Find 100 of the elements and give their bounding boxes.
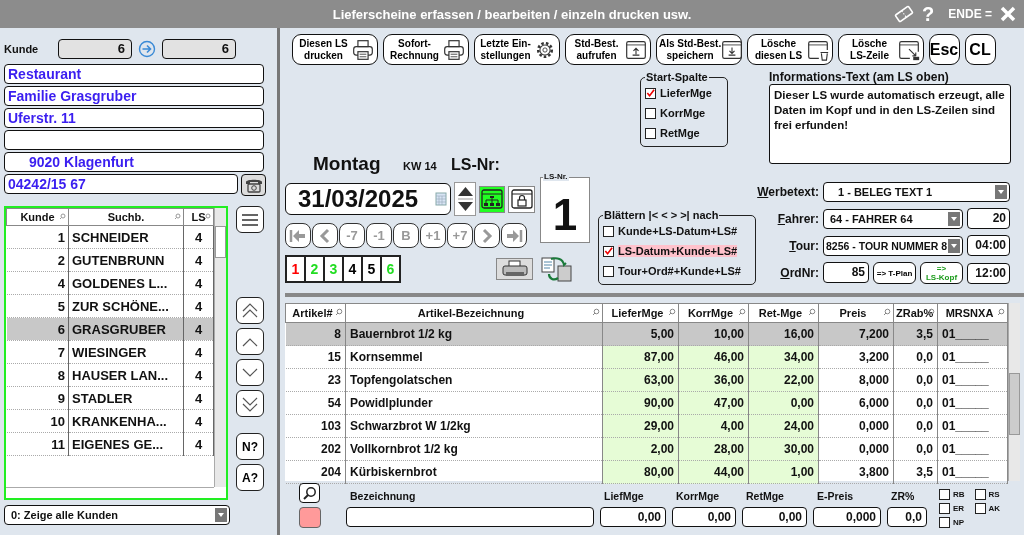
caret-icon[interactable] [995,185,1007,199]
address-field[interactable] [4,130,264,150]
table-row[interactable]: 23 Topfengolatschen 63,00 36,00 22,00 8,000 0,0 01_____ [285,368,1008,392]
column-header[interactable]: Ret-Mge [748,303,819,323]
checkbox[interactable] [645,107,656,119]
toolbar-button[interactable]: Als Std-Best. speichern [656,34,742,65]
double-up-button[interactable] [236,297,264,324]
table-row[interactable]: 11 EIGENES GE... 4 [6,432,214,456]
search-button[interactable] [299,483,320,503]
caret-icon[interactable] [948,211,960,226]
double-down-button[interactable] [236,390,264,417]
date-field[interactable]: 31/03/2025 [285,183,452,215]
promo-text-dropdown[interactable]: 1 - BELEG TEXT 1 [823,182,1010,202]
toolbar-button[interactable]: Diesen LS drucken [292,34,378,65]
search-option-button[interactable]: N? [236,433,264,460]
checkbox[interactable] [939,516,950,528]
checkbox[interactable] [645,127,656,139]
table-row[interactable]: 1 SCHNEIDER 4 [6,225,214,249]
input-field[interactable]: 0,00 [742,507,807,527]
table-row[interactable]: 7 WIESINGER 4 [6,340,214,364]
customer-to-field[interactable]: 6 [162,39,236,59]
column-header[interactable]: KorrMge [678,303,749,323]
caret-icon[interactable] [215,508,227,522]
phone-field[interactable]: 04242/15 67 [4,174,238,194]
column-header[interactable]: Kunde [6,208,69,226]
checkbox[interactable] [603,265,614,277]
table-row[interactable]: 4 GOLDENES L... 4 [6,271,214,295]
table-row[interactable]: 202 Vollkornbrot 1/2 kg 2,00 28,00 30,00 0,000 0,0 01_____ [285,437,1008,461]
checkbox[interactable] [645,87,656,99]
table-row[interactable]: 9 STADLER 4 [6,386,214,410]
checkbox[interactable] [974,488,986,500]
table-row[interactable]: 2 GUTENBRUNN 4 [6,248,214,272]
arrow-right-icon[interactable] [138,40,156,58]
column-header[interactable]: Artikel# [285,303,346,323]
toolbar-button[interactable]: Lösche diesen LS [747,34,833,65]
info-text-field[interactable]: Dieser LS wurde automatisch erzeugt, alle Daten im Kopf und in den LS-Zeilen sind frei erfunden! [769,84,1011,164]
column-header[interactable]: LS [183,208,214,226]
order-number-field[interactable]: 85 [823,262,869,283]
customer-from-field[interactable]: 6 [58,39,132,59]
checkbox[interactable] [939,502,950,514]
tour-plan-button[interactable]: => T-Plan [873,262,916,284]
table-row[interactable]: 10 KRANKENHA... 4 [6,409,214,433]
down-button[interactable] [236,359,264,386]
print-button[interactable] [496,258,533,280]
search-icon[interactable] [204,213,211,220]
column-header[interactable]: Preis [818,303,894,323]
caret-icon[interactable] [948,238,960,253]
copy-document-icon[interactable] [541,256,573,282]
checkbox[interactable] [974,502,986,514]
table-row[interactable]: 8 HAUSER LAN... 4 [6,363,214,387]
table-row[interactable]: 15 Kornsemmel 87,00 46,00 34,00 3,200 0,0 01_____ [285,345,1008,369]
toolbar-button[interactable]: Lösche LS-Zeile [838,34,924,65]
driver-number-field[interactable]: 20 [967,208,1010,229]
table-row[interactable]: 204 Kürbiskernbrot 80,00 44,00 1,00 3,800 3,5 01_____ [285,460,1008,484]
scrollbar[interactable] [214,208,226,487]
toolbar-button[interactable]: Letzte Ein- stellungen [474,34,560,65]
column-header[interactable]: Artikel-Bezeichnung [345,303,603,323]
input-field[interactable] [346,507,594,527]
header-button[interactable]: => LS-Kopf [920,262,963,284]
search-icon[interactable] [927,308,935,316]
input-field[interactable]: 0,00 [672,507,736,527]
address-field[interactable]: Uferstr. 11 [4,108,264,128]
hierarchy-button[interactable] [478,185,506,213]
scrollbar[interactable] [1008,303,1020,481]
toolbar-button[interactable]: Sofort- Rechnung [383,34,469,65]
copy-count-button[interactable]: 4 [343,256,362,282]
address-field[interactable]: 9020 Klagenfurt [4,152,264,172]
column-header[interactable]: LieferMge [602,303,679,323]
date-spinner[interactable] [454,182,476,216]
checkbox[interactable] [603,245,614,257]
close-icon[interactable] [1000,6,1016,22]
toolbar-button[interactable]: Esc [929,34,960,65]
tour-time-field[interactable]: 04:00 [967,235,1010,256]
phone-button[interactable] [241,174,266,196]
ticket-icon[interactable] [894,5,915,23]
table-row[interactable]: 5 ZUR SCHÖNE... 4 [6,294,214,318]
copy-count-button[interactable]: 1 [286,256,305,282]
search-option-button[interactable]: A? [236,464,264,491]
toolbar-button[interactable]: CL [965,34,996,65]
table-row[interactable]: 8 Bauernbrot 1/2 kg 5,00 10,00 16,00 7,200 3,5 01_____ [285,322,1008,346]
table-row[interactable]: 54 Powidlplunder 90,00 47,00 0,00 6,000 0,0 01_____ [285,391,1008,415]
column-header[interactable]: ZRab% [893,303,938,323]
address-field[interactable]: Restaurant [4,64,264,84]
input-field[interactable]: 0,000 [813,507,881,527]
table-row[interactable]: 103 Schwarzbrot W 1/2kg 29,00 4,00 24,00 0,000 0,0 01_____ [285,414,1008,438]
address-field[interactable]: Familie Grasgruber [4,86,264,106]
up-button[interactable] [236,328,264,355]
checkbox[interactable] [939,488,950,500]
driver-dropdown[interactable]: 64 - FAHRER 64 [823,208,963,229]
color-button[interactable] [299,507,321,528]
table-row[interactable]: 6 GRASGRUBER 4 [6,317,214,341]
tour-dropdown[interactable]: 8256 - TOUR NUMMER 8 [823,235,963,256]
input-field[interactable]: 0,00 [600,507,666,527]
input-field[interactable]: 0,0 [887,507,927,527]
time-field[interactable]: 12:00 [967,262,1010,284]
copy-count-button[interactable]: 5 [362,256,381,282]
column-header[interactable]: Suchb. [68,208,184,226]
toolbar-button[interactable]: Std-Best. aufrufen [565,34,651,65]
menu-button[interactable] [236,206,264,233]
column-header[interactable]: MRSNXA [937,303,1008,323]
